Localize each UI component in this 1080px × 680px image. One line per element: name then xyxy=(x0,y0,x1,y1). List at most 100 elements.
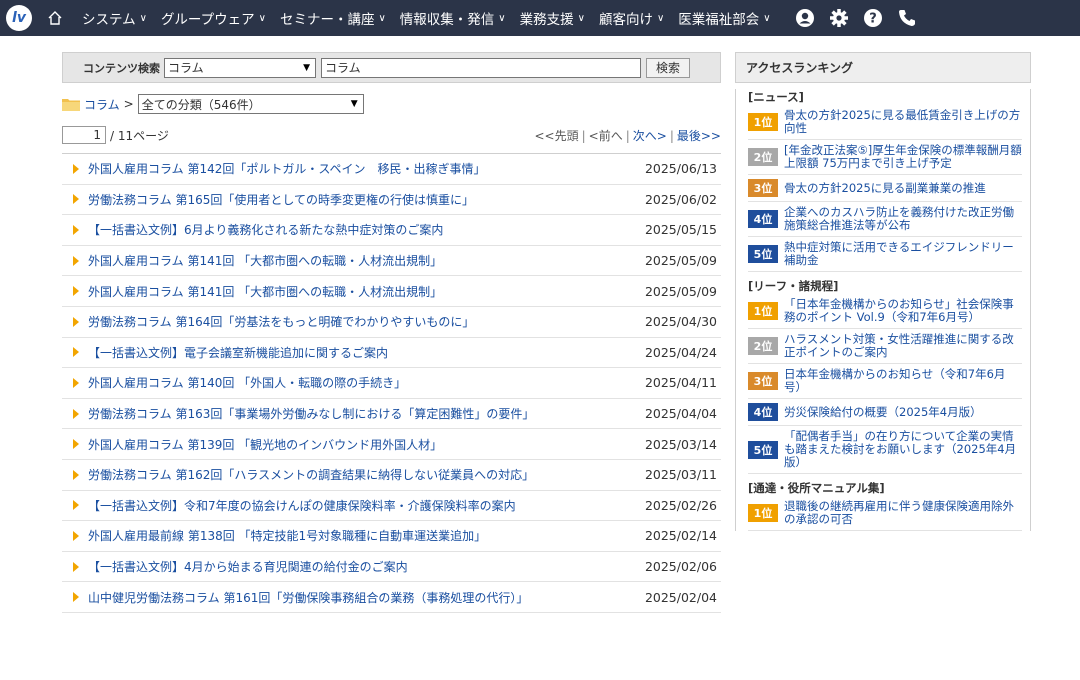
article-date: 2025/04/11 xyxy=(644,375,717,391)
list-item: 【一括書込文例】4月から始まる育児関連の給付金のご案内 2025/02/06 xyxy=(62,552,721,583)
article-date: 2025/06/02 xyxy=(644,191,717,207)
article-link[interactable]: 【一括書込文例】電子会議室新機能追加に関するご案内 xyxy=(88,344,631,361)
nav-item-seminar[interactable]: セミナー・講座 ∨ xyxy=(280,8,386,28)
ranking-body: [ニュース] 1位 骨太の方針2025に見る最低賃金引き上げの方向性 2位 [年金改… xyxy=(735,89,1031,531)
ranking-link[interactable]: ハラスメント対策・女性活躍推進に関する改正ポイントのご案内 xyxy=(784,333,1022,359)
article-link[interactable]: 【一括書込文例】令和7年度の協会けんぽの健康保険料率・介護保険料率の案内 xyxy=(88,497,631,514)
article-link[interactable]: 労働法務コラム 第164回「労基法をもっと明確でわかりやすいものに」 xyxy=(88,313,631,330)
chevron-down-icon: ∨ xyxy=(763,12,771,24)
help-icon[interactable]: ? xyxy=(861,6,885,30)
article-date: 2025/05/15 xyxy=(644,222,717,238)
article-link[interactable]: 労働法務コラム 第163回「事業場外労働みなし制における「算定困難性」の要件」 xyxy=(88,405,631,422)
ranking-item: 1位 「日本年金機構からのお知らせ」社会保険事務のポイント Vol.9（令和7年6… xyxy=(748,294,1022,329)
chevron-down-icon: ∨ xyxy=(577,12,585,24)
article-link[interactable]: 山中健児労働法務コラム 第161回「労働保険事務組合の業務（事務処理の代行）」 xyxy=(88,589,631,606)
list-item: 外国人雇用最前線 第138回 「特定技能1号対象職種に自動車運送業追加」 2025… xyxy=(62,521,721,552)
article-date: 2025/03/11 xyxy=(644,467,717,483)
ranking-category: [ニュース] xyxy=(748,90,804,104)
article-link[interactable]: 外国人雇用最前線 第138回 「特定技能1号対象職種に自動車運送業追加」 xyxy=(88,527,631,544)
bullet-arrow-icon xyxy=(73,224,79,235)
search-input[interactable]: コラム xyxy=(321,57,641,78)
ranking-link[interactable]: 「日本年金機構からのお知らせ」社会保険事務のポイント Vol.9（令和7年6月号… xyxy=(784,298,1022,324)
user-icon[interactable] xyxy=(793,6,817,30)
page-total: / 11ページ xyxy=(110,128,169,143)
nav-menu: システム ∨ グループウェア ∨ セミナー・講座 ∨ 情報収集・発信 ∨ 業務支援 ∨ 顧… xyxy=(68,8,771,28)
rank-badge: 5位 xyxy=(748,245,778,263)
article-date: 2025/02/26 xyxy=(644,497,717,513)
ranking-link[interactable]: 退職後の継続再雇用に伴う健康保険適用除外の承認の可否 xyxy=(784,500,1022,526)
search-button[interactable]: 検索 xyxy=(646,57,690,78)
bullet-arrow-icon xyxy=(73,592,79,603)
nav-icons: ? xyxy=(783,6,919,30)
ranking-link[interactable]: 企業へのカスハラ防止を義務付けた改正労働施策総合推進法等が公布 xyxy=(784,206,1022,232)
list-item: 外国人雇用コラム 第140回 「外国人・転職の際の手続き」 2025/04/11 xyxy=(62,368,721,399)
prev-page-link[interactable]: <前へ xyxy=(589,129,623,143)
bullet-arrow-icon xyxy=(73,530,79,541)
list-item: 労働法務コラム 第165回「使用者としての時季変更権の行使は慎重に」 2025/0… xyxy=(62,185,721,216)
rank-badge: 3位 xyxy=(748,179,778,197)
chevron-down-icon: ∨ xyxy=(498,12,506,24)
gear-icon[interactable] xyxy=(827,6,851,30)
list-item: 労働法務コラム 第163回「事業場外労働みなし制における「算定困難性」の要件」 2… xyxy=(62,399,721,430)
ranking-link[interactable]: 骨太の方針2025に見る最低賃金引き上げの方向性 xyxy=(784,109,1022,135)
nav-item-medical[interactable]: 医業福祉部会 ∨ xyxy=(678,8,770,28)
bullet-arrow-icon xyxy=(73,439,79,450)
ranking-item: 3位 骨太の方針2025に見る副業兼業の推進 xyxy=(748,175,1022,202)
article-link[interactable]: 労働法務コラム 第165回「使用者としての時季変更権の行使は慎重に」 xyxy=(88,191,631,208)
article-date: 2025/02/04 xyxy=(644,589,717,605)
article-link[interactable]: 外国人雇用コラム 第140回 「外国人・転職の際の手続き」 xyxy=(88,374,631,391)
rank-badge: 4位 xyxy=(748,210,778,228)
article-link[interactable]: 【一括書込文例】6月より義務化される新たな熱中症対策のご案内 xyxy=(88,221,631,238)
ranking-category: [リーフ・諸規程] xyxy=(748,279,839,293)
access-ranking-panel: アクセスランキング [ニュース] 1位 骨太の方針2025に見る最低賃金引き上げの… xyxy=(735,52,1031,531)
list-item: 【一括書込文例】6月より義務化される新たな熱中症対策のご案内 2025/05/15 xyxy=(62,215,721,246)
app-logo[interactable]: lv xyxy=(6,5,32,31)
first-page-link[interactable]: <<先頭 xyxy=(534,129,578,143)
list-item: 山中健児労働法務コラム 第161回「労働保険事務組合の業務（事務処理の代行）」 2… xyxy=(62,582,721,613)
chevron-down-icon: ∨ xyxy=(139,12,147,24)
last-page-link[interactable]: 最後>> xyxy=(677,129,721,143)
top-nav-bar: lv システム ∨ グループウェア ∨ セミナー・講座 ∨ 情報収集・発信 ∨ 業務支援… xyxy=(0,0,1080,36)
bullet-arrow-icon xyxy=(73,194,79,205)
nav-item-customer[interactable]: 顧客向け ∨ xyxy=(599,8,664,28)
nav-item-system[interactable]: システム ∨ xyxy=(82,8,147,28)
list-item: 【一括書込文例】電子会議室新機能追加に関するご案内 2025/04/24 xyxy=(62,338,721,369)
bullet-arrow-icon xyxy=(73,286,79,297)
list-item: 外国人雇用コラム 第141回 「大都市圏への転職・人材流出規制」 2025/05/… xyxy=(62,276,721,307)
article-link[interactable]: 外国人雇用コラム 第141回 「大都市圏への転職・人材流出規制」 xyxy=(88,252,631,269)
article-link[interactable]: 外国人雇用コラム 第141回 「大都市圏への転職・人材流出規制」 xyxy=(88,283,631,300)
chevron-down-icon: ▼ xyxy=(350,99,358,109)
breadcrumb-root-link[interactable]: コラム xyxy=(84,96,120,113)
list-item: 外国人雇用コラム 第139回 「観光地のインバウンド用外国人材」 2025/03/… xyxy=(62,429,721,460)
article-date: 2025/06/13 xyxy=(644,161,717,177)
article-link[interactable]: 【一括書込文例】4月から始まる育児関連の給付金のご案内 xyxy=(88,558,631,575)
ranking-link[interactable]: 労災保険給付の概要（2025年4月版） xyxy=(784,405,982,419)
next-page-link[interactable]: 次へ> xyxy=(633,129,667,143)
ranking-link[interactable]: 骨太の方針2025に見る副業兼業の推進 xyxy=(784,181,986,195)
ranking-link[interactable]: 熱中症対策に活用できるエイジフレンドリー補助金 xyxy=(784,241,1022,267)
list-item: 労働法務コラム 第164回「労基法をもっと明確でわかりやすいものに」 2025/0… xyxy=(62,307,721,338)
ranking-link[interactable]: [年金改正法案⑤]厚生年金保険の標準報酬月額上限額 75万円まで引き上げ予定 xyxy=(784,144,1022,170)
article-link[interactable]: 外国人雇用コラム 第139回 「観光地のインバウンド用外国人材」 xyxy=(88,436,631,453)
home-icon[interactable] xyxy=(46,9,64,27)
nav-item-info[interactable]: 情報収集・発信 ∨ xyxy=(400,8,506,28)
article-link[interactable]: 外国人雇用コラム 第142回「ポルトガル・スペイン 移民・出稼ぎ事情」 xyxy=(88,160,631,177)
category-select[interactable]: 全ての分類（546件） ▼ xyxy=(137,94,364,114)
chevron-down-icon: ∨ xyxy=(378,12,386,24)
phone-icon[interactable] xyxy=(895,6,919,30)
article-link[interactable]: 労働法務コラム 第162回「ハラスメントの調査結果に納得しない従業員への対応」 xyxy=(88,466,631,483)
nav-item-business[interactable]: 業務支援 ∨ xyxy=(520,8,585,28)
ranking-link[interactable]: 「配偶者手当」の在り方について企業の実情も踏まえた検討をお願いします（2025年… xyxy=(784,430,1022,469)
ranking-link[interactable]: 日本年金機構からのお知らせ（令和7年6月号） xyxy=(784,368,1022,394)
list-item: 外国人雇用コラム 第142回「ポルトガル・スペイン 移民・出稼ぎ事情」 2025/… xyxy=(62,154,721,185)
ranking-title: アクセスランキング xyxy=(735,52,1031,83)
bullet-arrow-icon xyxy=(73,255,79,266)
content-search-bar: コンテンツ検索 コラム ▼ コラム 検索 xyxy=(62,52,721,83)
article-date: 2025/02/06 xyxy=(644,559,717,575)
page-number-input[interactable]: 1 xyxy=(62,126,106,144)
ranking-item: 1位 退職後の継続再雇用に伴う健康保険適用除外の承認の可否 xyxy=(748,496,1022,531)
bullet-arrow-icon xyxy=(73,316,79,327)
nav-item-groupware[interactable]: グループウェア ∨ xyxy=(161,8,266,28)
article-date: 2025/02/14 xyxy=(644,528,717,544)
content-type-select[interactable]: コラム ▼ xyxy=(164,57,316,78)
